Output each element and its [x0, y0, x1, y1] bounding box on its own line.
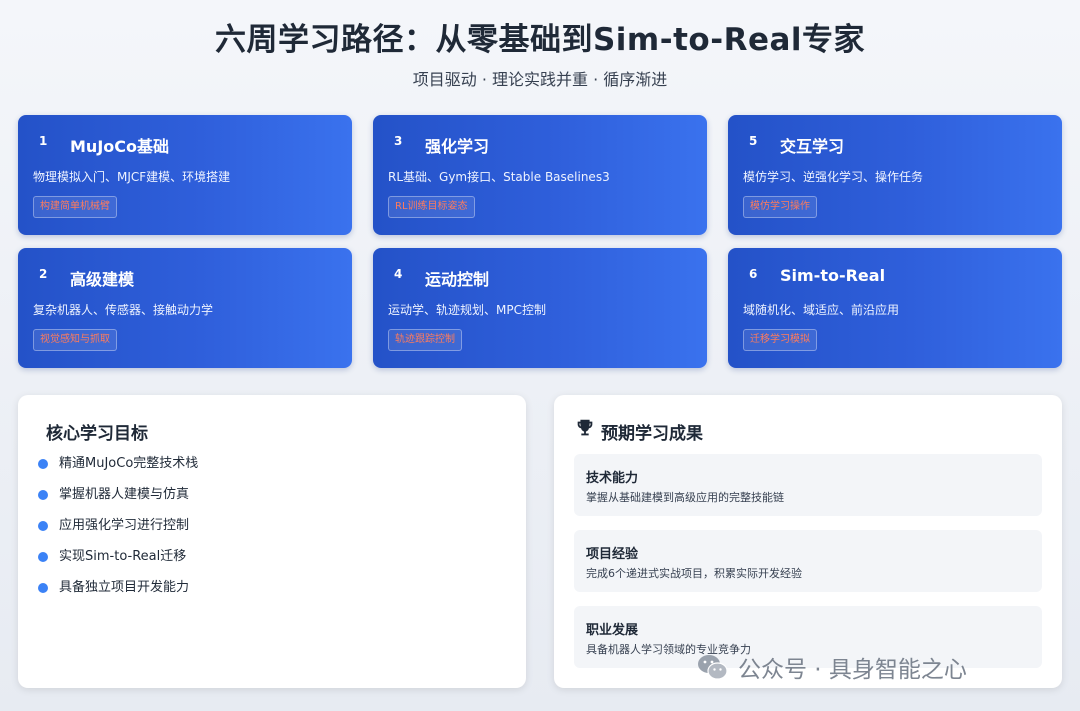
week-number: 3 — [394, 134, 403, 148]
week-project-tag: 轨迹跟踪控制 — [388, 329, 462, 351]
bullet-dot — [38, 459, 48, 469]
goal-text: 精通MuJoCo完整技术栈 — [59, 456, 199, 471]
week-number: 4 — [394, 267, 403, 281]
week-card-6[interactable]: 6 Sim-to-Real 域随机化、域适应、前沿应用 迁移学习模拟 — [728, 248, 1062, 368]
week-number: 2 — [39, 267, 48, 281]
outcome-card-projects: 项目经验 完成6个递进式实战项目，积累实际开发经验 — [574, 530, 1042, 592]
wechat-icon — [698, 655, 728, 680]
week-title: Sim-to-Real — [780, 266, 886, 285]
week-title: 高级建模 — [70, 270, 135, 289]
week-title: 强化学习 — [425, 137, 490, 156]
bullet-dot — [38, 552, 48, 562]
weeks-grid: 1 MuJoCo基础 物理模拟入门、MJCF建模、环境搭建 构建简单机械臂 2 … — [18, 115, 1062, 369]
page-title: 六周学习路径：从零基础到Sim-to-Real专家 — [214, 22, 866, 58]
week-project-tag: 模仿学习操作 — [743, 196, 817, 218]
week-card-4[interactable]: 4 运动控制 运动学、轨迹规划、MPC控制 轨迹跟踪控制 — [373, 248, 707, 368]
week-description: 模仿学习、逆强化学习、操作任务 — [743, 170, 924, 184]
list-item: 精通MuJoCo完整技术栈 — [38, 456, 198, 487]
core-goals-list: 精通MuJoCo完整技术栈 掌握机器人建模与仿真 应用强化学习进行控制 实现Si… — [38, 456, 198, 611]
week-description: 复杂机器人、传感器、接触动力学 — [33, 303, 214, 317]
trophy-icon — [577, 419, 593, 436]
week-card-2[interactable]: 2 高级建模 复杂机器人、传感器、接触动力学 视觉感知与抓取 — [18, 248, 352, 368]
week-card-3[interactable]: 3 强化学习 RL基础、Gym接口、Stable Baselines3 RL训练… — [373, 115, 707, 235]
week-project-tag: 迁移学习模拟 — [743, 329, 817, 351]
list-item: 实现Sim-to-Real迁移 — [38, 549, 198, 580]
week-card-5[interactable]: 5 交互学习 模仿学习、逆强化学习、操作任务 模仿学习操作 — [728, 115, 1062, 235]
outcome-description: 掌握从基础建模到高级应用的完整技能链 — [586, 491, 784, 504]
bullet-dot — [38, 490, 48, 500]
core-goals-panel: 核心学习目标 精通MuJoCo完整技术栈 掌握机器人建模与仿真 应用强化学习进行… — [18, 395, 526, 688]
week-number: 1 — [39, 134, 48, 148]
watermark: 公众号 · 具身智能之心 — [696, 648, 967, 686]
goal-text: 实现Sim-to-Real迁移 — [59, 549, 187, 564]
core-goals-title: 核心学习目标 — [46, 424, 148, 444]
outcome-title: 技术能力 — [586, 471, 639, 486]
week-description: RL基础、Gym接口、Stable Baselines3 — [388, 170, 610, 184]
goal-text: 应用强化学习进行控制 — [59, 518, 190, 533]
list-item: 具备独立项目开发能力 — [38, 580, 198, 611]
list-item: 应用强化学习进行控制 — [38, 518, 198, 549]
bullet-dot — [38, 583, 48, 593]
week-project-tag: 视觉感知与抓取 — [33, 329, 117, 351]
week-project-tag: RL训练目标姿态 — [388, 196, 475, 218]
week-card-1[interactable]: 1 MuJoCo基础 物理模拟入门、MJCF建模、环境搭建 构建简单机械臂 — [18, 115, 352, 235]
outcome-card-skills: 技术能力 掌握从基础建模到高级应用的完整技能链 — [574, 454, 1042, 516]
bullet-dot — [38, 521, 48, 531]
week-project-tag: 构建简单机械臂 — [33, 196, 117, 218]
outcome-description: 完成6个递进式实战项目，积累实际开发经验 — [586, 567, 802, 580]
page: 六周学习路径：从零基础到Sim-to-Real专家 项目驱动 · 理论实践并重 … — [0, 0, 1080, 711]
week-description: 域随机化、域适应、前沿应用 — [743, 303, 900, 317]
week-number: 5 — [749, 134, 758, 148]
watermark-text: 公众号 · 具身智能之心 — [738, 657, 967, 683]
outcomes-title: 预期学习成果 — [601, 424, 703, 444]
outcome-title: 职业发展 — [586, 623, 639, 638]
outcomes-panel: 预期学习成果 技术能力 掌握从基础建模到高级应用的完整技能链 项目经验 完成6个… — [554, 395, 1062, 688]
list-item: 掌握机器人建模与仿真 — [38, 487, 198, 518]
goal-text: 掌握机器人建模与仿真 — [59, 487, 190, 502]
page-subtitle: 项目驱动 · 理论实践并重 · 循序渐进 — [412, 70, 668, 89]
week-title: 运动控制 — [425, 270, 490, 289]
outcome-title: 项目经验 — [586, 547, 639, 562]
week-title: MuJoCo基础 — [70, 137, 169, 156]
week-description: 物理模拟入门、MJCF建模、环境搭建 — [33, 170, 231, 184]
week-description: 运动学、轨迹规划、MPC控制 — [388, 303, 546, 317]
goal-text: 具备独立项目开发能力 — [59, 580, 190, 595]
week-title: 交互学习 — [780, 137, 845, 156]
week-number: 6 — [749, 267, 758, 281]
